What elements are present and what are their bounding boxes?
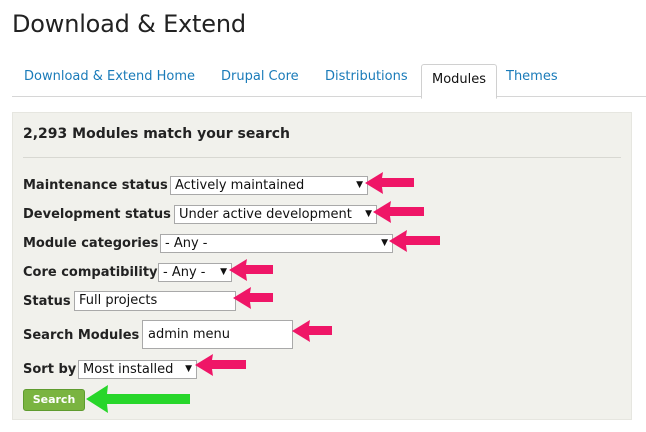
divider [23,157,621,158]
maintenance-status-select[interactable]: Actively maintained ▼ [170,176,368,195]
maintenance-status-label: Maintenance status [23,178,168,193]
tab-drupal-core[interactable]: Drupal Core [211,62,309,96]
status-field[interactable]: Full projects [74,291,236,311]
status-label: Status [23,294,71,309]
tab-distributions[interactable]: Distributions [315,62,418,96]
core-compatibility-select[interactable]: - Any - ▼ [158,263,232,282]
chevron-down-icon: ▼ [185,364,192,374]
development-status-select[interactable]: Under active development ▼ [174,205,377,224]
search-button[interactable]: Search [23,389,85,411]
chevron-down-icon: ▼ [365,209,372,219]
page-title: Download & Extend [12,10,246,38]
module-categories-value: - Any - [165,236,208,251]
search-panel: 2,293 Modules match your search Maintena… [12,112,632,420]
chevron-down-icon: ▼ [356,180,363,190]
tab-bar: Download & Extend Home Drupal Core Distr… [12,62,646,99]
sort-by-value: Most installed [83,362,174,377]
sort-by-label: Sort by [23,362,77,377]
sort-by-select[interactable]: Most installed ▼ [78,360,197,379]
search-modules-label: Search Modules [23,328,140,343]
chevron-down-icon: ▼ [381,238,388,248]
core-compatibility-value: - Any - [163,265,206,280]
chevron-down-icon: ▼ [220,267,227,277]
module-categories-select[interactable]: - Any - ▼ [160,234,393,253]
development-status-value: Under active development [179,207,352,222]
result-count: 2,293 Modules match your search [23,126,290,142]
core-compatibility-label: Core compatibility [23,265,158,280]
development-status-label: Development status [23,207,171,222]
tab-modules[interactable]: Modules [421,64,498,99]
maintenance-status-value: Actively maintained [175,178,305,193]
module-categories-label: Module categories [23,236,159,251]
search-modules-input[interactable]: admin menu [142,320,293,349]
tab-themes[interactable]: Themes [496,62,568,96]
tab-download-extend-home[interactable]: Download & Extend Home [14,62,205,96]
